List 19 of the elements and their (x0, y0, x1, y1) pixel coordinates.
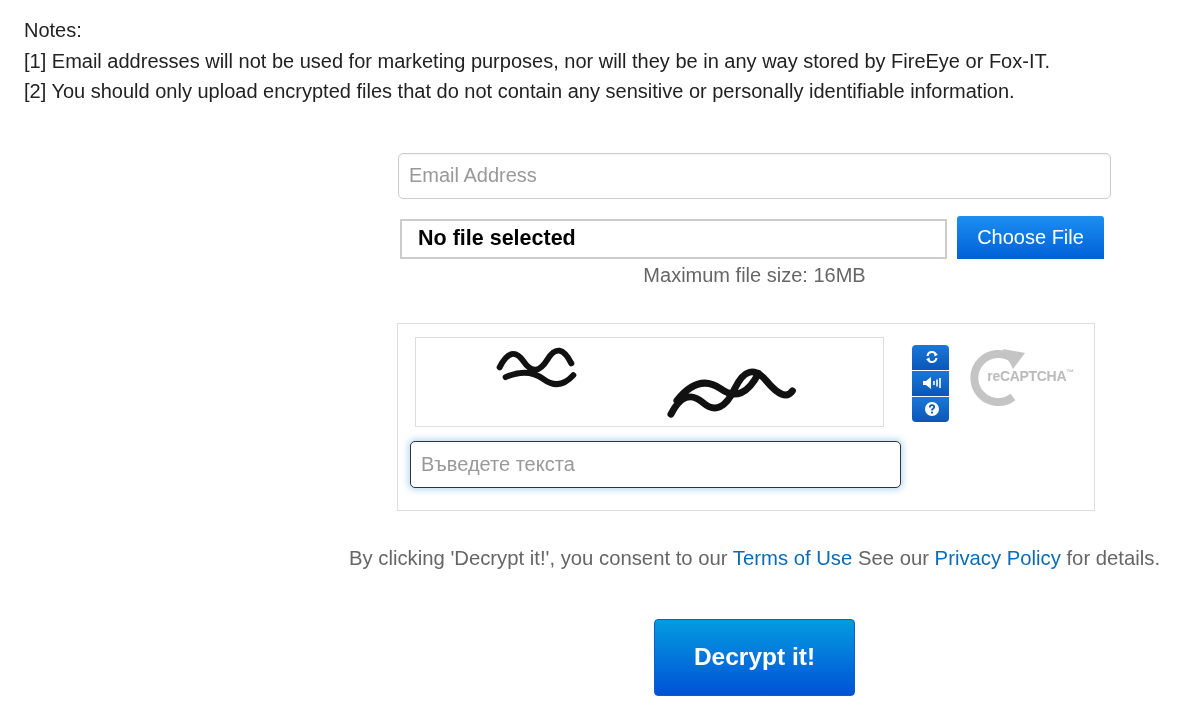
captcha-audio-button[interactable] (912, 370, 950, 396)
note-text: [1] Email addresses will not be used for marketing purposes, nor will they be in any way stored by FireEye or Fox-IT. (24, 48, 1050, 74)
speaker-icon (922, 377, 941, 389)
consent-link[interactable]: Privacy Policy (934, 546, 1061, 569)
captcha-answer-input[interactable]: Въведете текста (410, 440, 901, 488)
recaptcha-logo-text: reCAPTCHA$^{™}$ (987, 367, 1074, 384)
email-input[interactable]: Email Address (398, 152, 1111, 199)
captcha-help-button[interactable] (912, 396, 950, 422)
decrypt-button[interactable]: Decrypt it! (654, 618, 855, 696)
consent-link[interactable]: Terms of Use (732, 546, 853, 569)
file-name-field[interactable]: No file selected (400, 218, 947, 259)
help-icon (924, 402, 939, 416)
choose-file-button[interactable]: Choose File (957, 215, 1104, 259)
captcha-refresh-button[interactable] (912, 344, 950, 370)
file-size-hint: Maximum file size: 16MB (643, 263, 866, 287)
note-text: [2] You should only upload encrypted files that do not contain any sensitive or personally identifiable information. (24, 79, 1015, 104)
consent-text: By clicking 'Decrypt it!', you consent to our Terms of Use See our Privacy Policy for details. (348, 545, 1161, 571)
refresh-icon (924, 350, 939, 364)
notes-heading: Notes: (24, 18, 82, 43)
